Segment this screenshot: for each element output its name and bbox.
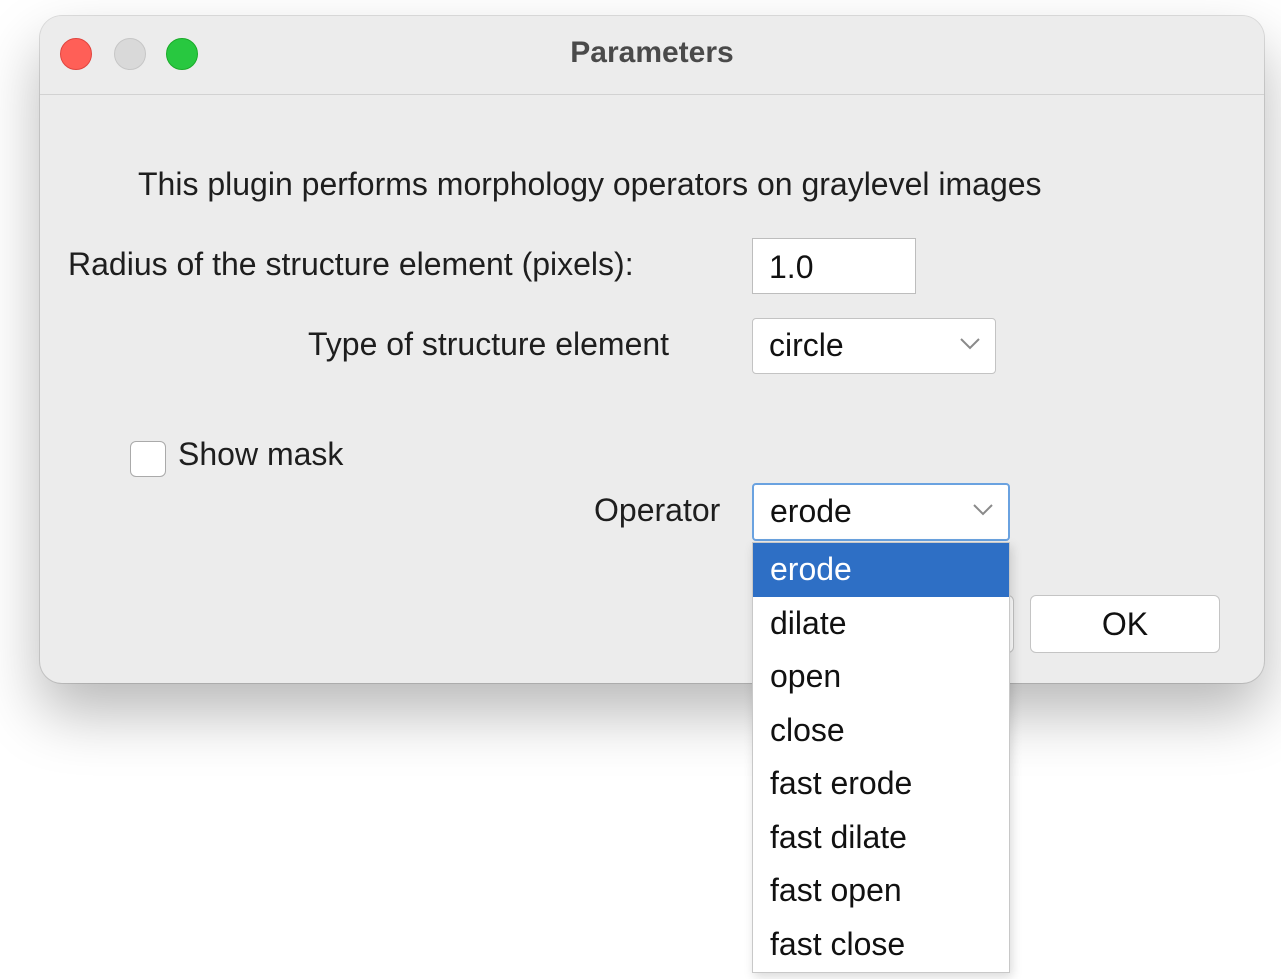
operator-option[interactable]: open [753, 650, 1009, 704]
chevron-down-icon [973, 504, 993, 516]
operator-option[interactable]: fast close [753, 918, 1009, 972]
operator-value: erode [770, 493, 852, 529]
operator-select[interactable]: erode [752, 483, 1010, 541]
parameters-dialog: Parameters This plugin performs morpholo… [40, 16, 1264, 683]
operator-label: Operator [594, 492, 721, 528]
ok-button[interactable]: OK [1030, 595, 1220, 653]
radius-label: Radius of the structure element (pixels)… [68, 246, 634, 282]
title-bar[interactable]: Parameters [40, 16, 1264, 95]
show-mask-checkbox[interactable] [130, 441, 166, 477]
window-title: Parameters [570, 36, 734, 69]
operator-option[interactable]: erode [753, 543, 1009, 597]
operator-dropdown-list: erode dilate open close fast erode fast … [752, 542, 1010, 973]
operator-option[interactable]: close [753, 704, 1009, 758]
show-mask-label[interactable]: Show mask [178, 436, 343, 473]
structure-type-label: Type of structure element [308, 326, 670, 362]
operator-option[interactable]: fast erode [753, 757, 1009, 811]
operator-option[interactable]: fast dilate [753, 811, 1009, 865]
operator-option[interactable]: fast open [753, 864, 1009, 918]
structure-type-value: circle [769, 327, 844, 363]
operator-option[interactable]: dilate [753, 597, 1009, 651]
chevron-down-icon [960, 338, 980, 350]
structure-type-select[interactable]: circle [752, 318, 996, 374]
radius-input[interactable]: 1.0 [752, 238, 916, 294]
screen: Parameters This plugin performs morpholo… [0, 0, 1281, 979]
plugin-description: This plugin performs morphology operator… [138, 166, 1042, 202]
